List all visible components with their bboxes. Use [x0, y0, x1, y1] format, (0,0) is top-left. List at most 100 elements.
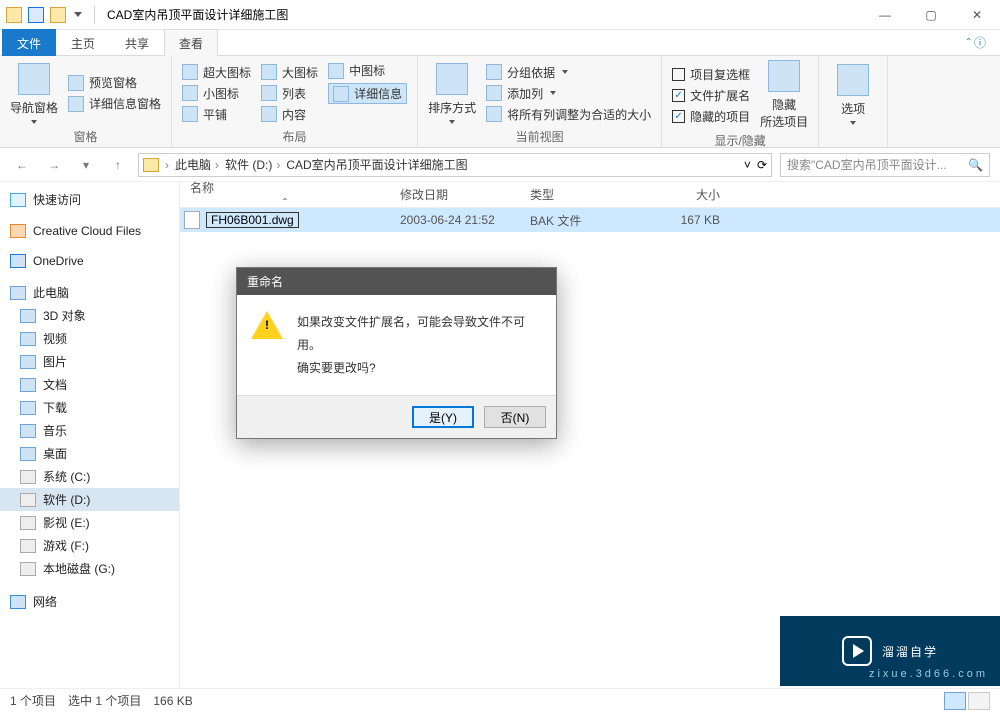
- dialog-text-2: 确实要更改吗?: [297, 357, 542, 380]
- ribbon-group-options: 选项: [819, 56, 888, 147]
- up-button[interactable]: ↑: [106, 153, 130, 177]
- breadcrumb-dropdown-icon[interactable]: ˅: [744, 158, 751, 172]
- minimize-button[interactable]: —: [862, 0, 908, 30]
- group-by-button[interactable]: 分组依据: [486, 64, 651, 81]
- status-selection: 选中 1 个项目: [68, 692, 141, 709]
- dialog-no-button[interactable]: 否(N): [484, 406, 546, 428]
- status-item-count: 1 个项目: [10, 692, 56, 709]
- ribbon-group-showhide: 项目复选框 ✓文件扩展名 ✓隐藏的项目 隐藏 所选项目 显示/隐藏: [662, 56, 819, 147]
- maximize-button[interactable]: ▢: [908, 0, 954, 30]
- sidebar-drive-c[interactable]: 系统 (C:): [0, 465, 179, 488]
- file-size: 167 KB: [650, 213, 730, 227]
- file-row[interactable]: FH06B001.dwg 2003-06-24 21:52 BAK 文件 167…: [180, 208, 1000, 232]
- col-date: 修改日期: [390, 186, 520, 203]
- layout-tile[interactable]: 平铺: [182, 106, 251, 123]
- layout-l[interactable]: 大图标: [261, 64, 318, 81]
- ribbon-group-panes: 导航窗格 预览窗格 详细信息窗格 窗格: [0, 56, 172, 147]
- group-label: 窗格: [10, 126, 161, 145]
- rename-dialog: 重命名 ! 如果改变文件扩展名，可能会导致文件不可用。 确实要更改吗? 是(Y)…: [236, 267, 557, 439]
- nav-pane-icon: [18, 63, 50, 95]
- forward-button[interactable]: →: [42, 153, 66, 177]
- layout-s[interactable]: 小图标: [182, 85, 251, 102]
- column-headers[interactable]: 名称ˆ 修改日期 类型 大小: [180, 182, 1000, 208]
- chk-item-checkboxes[interactable]: 项目复选框: [672, 66, 750, 83]
- options-icon: [837, 64, 869, 96]
- folder-icon: [143, 158, 159, 172]
- layout-details[interactable]: 详细信息: [328, 83, 407, 104]
- ribbon-group-current-view: 排序方式 分组依据 添加列 将所有列调整为合适的大小 当前视图: [418, 56, 662, 147]
- watermark: 溜溜自学 zixue.3d66.com: [780, 616, 1000, 686]
- crumb-drive: 软件 (D:)›: [225, 156, 282, 173]
- view-details-icon[interactable]: [944, 692, 966, 710]
- preview-pane-button[interactable]: 预览窗格: [68, 74, 161, 91]
- chk-file-extensions[interactable]: ✓文件扩展名: [672, 87, 750, 104]
- layout-xl[interactable]: 超大图标: [182, 64, 251, 81]
- window-title: CAD室内吊顶平面设计详细施工图: [107, 6, 288, 23]
- details-pane-button[interactable]: 详细信息窗格: [68, 95, 161, 112]
- dialog-yes-button[interactable]: 是(Y): [412, 406, 474, 428]
- add-columns-button[interactable]: 添加列: [486, 85, 651, 102]
- nav-pane-button[interactable]: 导航窗格: [10, 60, 58, 126]
- layout-m[interactable]: 中图标: [328, 62, 407, 79]
- qat-icon-2[interactable]: [28, 7, 44, 23]
- qat-icon-1[interactable]: [6, 7, 22, 23]
- recent-button[interactable]: ▾: [74, 153, 98, 177]
- refresh-icon[interactable]: ⟳: [757, 158, 767, 172]
- layout-list[interactable]: 列表: [261, 85, 318, 102]
- qat-icon-3[interactable]: [50, 7, 66, 23]
- view-large-icon[interactable]: [968, 692, 990, 710]
- breadcrumb[interactable]: › 此电脑› 软件 (D:)› CAD室内吊顶平面设计详细施工图 ˅ ⟳: [138, 153, 772, 177]
- crumb-pc: 此电脑›: [175, 156, 221, 173]
- hide-selected-button[interactable]: 隐藏 所选项目: [760, 60, 808, 130]
- sidebar-pictures[interactable]: 图片: [0, 350, 179, 373]
- close-button[interactable]: ✕: [954, 0, 1000, 30]
- file-type: BAK 文件: [520, 212, 650, 229]
- chk-hidden-items[interactable]: ✓隐藏的项目: [672, 108, 750, 125]
- file-name-editing[interactable]: FH06B001.dwg: [206, 212, 299, 228]
- sidebar-documents[interactable]: 文档: [0, 373, 179, 396]
- back-button[interactable]: ←: [10, 153, 34, 177]
- sidebar-onedrive[interactable]: OneDrive: [0, 251, 179, 271]
- ribbon-collapse-icon[interactable]: ˆ ⓘ: [953, 30, 1000, 55]
- sidebar-desktop[interactable]: 桌面: [0, 442, 179, 465]
- ribbon: 导航窗格 预览窗格 详细信息窗格 窗格 超大图标 小图标 平铺 大图标 列表 内…: [0, 56, 1000, 148]
- layout-content[interactable]: 内容: [261, 106, 318, 123]
- sidebar-3d[interactable]: 3D 对象: [0, 304, 179, 327]
- sidebar-quick-access[interactable]: 快速访问: [0, 188, 179, 211]
- dialog-text-1: 如果改变文件扩展名，可能会导致文件不可用。: [297, 311, 542, 357]
- dialog-title: 重命名: [237, 268, 556, 295]
- sidebar-this-pc[interactable]: 此电脑: [0, 281, 179, 304]
- col-type: 类型: [520, 186, 650, 203]
- crumb-folder: CAD室内吊顶平面设计详细施工图: [286, 156, 467, 173]
- sidebar-network[interactable]: 网络: [0, 590, 179, 613]
- navigation-pane: 快速访问 Creative Cloud Files OneDrive 此电脑 3…: [0, 182, 180, 688]
- size-columns-button[interactable]: 将所有列调整为合适的大小: [486, 106, 651, 123]
- sidebar-downloads[interactable]: 下载: [0, 396, 179, 419]
- sidebar-drive-e[interactable]: 影视 (E:): [0, 511, 179, 534]
- sidebar-creative-cloud[interactable]: Creative Cloud Files: [0, 221, 179, 241]
- watermark-sub: zixue.3d66.com: [869, 668, 988, 680]
- title-bar: CAD室内吊顶平面设计详细施工图 — ▢ ✕: [0, 0, 1000, 30]
- search-placeholder: 搜索"CAD室内吊顶平面设计...: [787, 156, 947, 173]
- sort-button[interactable]: 排序方式: [428, 60, 476, 126]
- sidebar-drive-g[interactable]: 本地磁盘 (G:): [0, 557, 179, 580]
- ribbon-tabs: 文件 主页 共享 查看 ˆ ⓘ: [0, 30, 1000, 56]
- search-input[interactable]: 搜索"CAD室内吊顶平面设计... 🔍: [780, 153, 990, 177]
- qat-more-icon[interactable]: [74, 12, 82, 17]
- sidebar-music[interactable]: 音乐: [0, 419, 179, 442]
- tab-share[interactable]: 共享: [110, 29, 164, 56]
- tab-view[interactable]: 查看: [164, 29, 218, 56]
- tab-file[interactable]: 文件: [2, 29, 56, 56]
- search-icon: 🔍: [968, 158, 983, 172]
- sort-icon: [436, 63, 468, 95]
- file-date: 2003-06-24 21:52: [390, 213, 520, 227]
- tab-home[interactable]: 主页: [56, 29, 110, 56]
- options-button[interactable]: 选项: [829, 60, 877, 129]
- sidebar-drive-f[interactable]: 游戏 (F:): [0, 534, 179, 557]
- sidebar-drive-d[interactable]: 软件 (D:): [0, 488, 179, 511]
- sidebar-videos[interactable]: 视频: [0, 327, 179, 350]
- col-size: 大小: [650, 186, 730, 203]
- col-name: 名称ˆ: [180, 179, 390, 210]
- warning-icon: !: [251, 311, 283, 379]
- hide-icon: [768, 60, 800, 92]
